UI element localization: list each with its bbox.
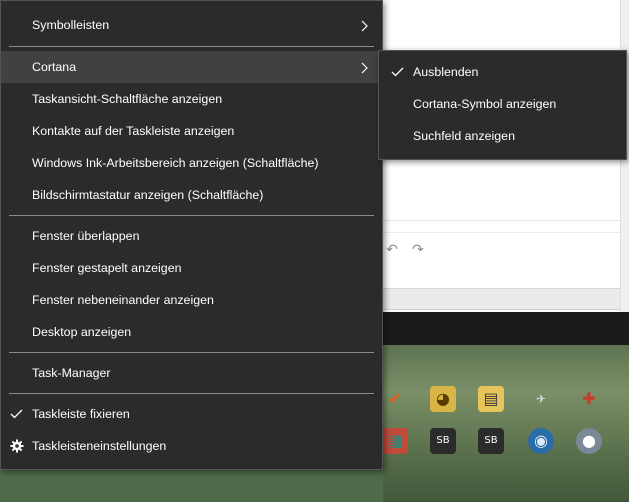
redo-icon[interactable]: ↷ — [409, 240, 427, 258]
taskbar-context-menu: Symbolleisten Cortana Taskansicht-Schalt… — [0, 0, 383, 470]
background-divider — [383, 220, 629, 221]
menu-item-label: Fenster gestapelt anzeigen — [32, 261, 182, 275]
menu-item-label: Symbolleisten — [32, 18, 110, 32]
submenu-item-cortana-symbol[interactable]: Cortana-Symbol anzeigen — [379, 88, 626, 120]
menu-item-taskleiste-fixieren[interactable]: Taskleiste fixieren — [1, 398, 382, 430]
menu-item-symbolleisten[interactable]: Symbolleisten — [1, 9, 382, 41]
menu-item-task-manager[interactable]: Task-Manager — [1, 357, 382, 389]
menu-separator — [9, 215, 374, 216]
cortana-submenu: Ausblenden Cortana-Symbol anzeigen Suchf… — [378, 50, 627, 160]
bird-app-icon[interactable]: ◕ — [430, 386, 456, 412]
menu-item-taskansicht[interactable]: Taskansicht-Schaltfläche anzeigen — [1, 83, 382, 115]
background-dark-band — [383, 312, 629, 345]
menu-item-label: Taskleiste fixieren — [32, 407, 130, 421]
menu-item-label: Taskansicht-Schaltfläche anzeigen — [32, 92, 223, 106]
submenu-item-label: Ausblenden — [413, 65, 479, 79]
orb-app-icon[interactable]: ● — [576, 428, 602, 454]
menu-item-desktop-anzeigen[interactable]: Desktop anzeigen — [1, 316, 382, 348]
menu-item-cortana[interactable]: Cortana — [1, 51, 382, 83]
menu-item-label: Fenster überlappen — [32, 229, 140, 243]
menu-item-label: Fenster nebeneinander anzeigen — [32, 293, 214, 307]
speaker-sb-icon[interactable]: SB — [478, 428, 504, 454]
gear-icon — [10, 430, 24, 462]
submenu-item-ausblenden[interactable]: Ausblenden — [379, 56, 626, 88]
speaker-sb-icon[interactable]: SB — [430, 428, 456, 454]
menu-item-label: Cortana — [32, 60, 77, 74]
menu-item-windows-ink[interactable]: Windows Ink-Arbeitsbereich anzeigen (Sch… — [1, 147, 382, 179]
folder-app-icon[interactable]: ▤ — [478, 386, 504, 412]
submenu-item-suchfeld[interactable]: Suchfeld anzeigen — [379, 120, 626, 152]
submenu-item-label: Cortana-Symbol anzeigen — [413, 97, 557, 111]
disc-app-icon[interactable]: ◉ — [528, 428, 554, 454]
menu-item-label: Kontakte auf der Taskleiste anzeigen — [32, 124, 235, 138]
menu-item-label: Windows Ink-Arbeitsbereich anzeigen (Sch… — [32, 156, 319, 170]
menu-item-fenster-nebeneinander[interactable]: Fenster nebeneinander anzeigen — [1, 284, 382, 316]
checkmark-app-icon[interactable]: ✔ — [382, 386, 408, 412]
menu-separator — [9, 352, 374, 353]
browser-app-icon[interactable]: ✚ — [576, 386, 602, 412]
game-app-icon[interactable]: ▦ — [382, 428, 408, 454]
menu-item-label: Desktop anzeigen — [32, 325, 132, 339]
menu-item-label: Task-Manager — [32, 366, 111, 380]
chevron-right-icon — [361, 51, 371, 83]
undo-icon[interactable]: ↶ — [383, 240, 401, 258]
desktop-area — [383, 345, 629, 502]
menu-item-label: Bildschirmtastatur anzeigen (Schaltfläch… — [32, 188, 264, 202]
background-status-strip — [383, 288, 629, 310]
menu-item-fenster-ueberlappen[interactable]: Fenster überlappen — [1, 220, 382, 252]
submenu-item-label: Suchfeld anzeigen — [413, 129, 515, 143]
menu-item-fenster-gestapelt[interactable]: Fenster gestapelt anzeigen — [1, 252, 382, 284]
menu-separator — [9, 393, 374, 394]
menu-item-taskleisteneinstellungen[interactable]: Taskleisteneinstellungen — [1, 430, 382, 462]
check-icon — [10, 398, 24, 430]
menu-item-label: Taskleisteneinstellungen — [32, 439, 167, 453]
menu-item-kontakte[interactable]: Kontakte auf der Taskleiste anzeigen — [1, 115, 382, 147]
unknown-app-icon[interactable]: ✈ — [528, 386, 554, 412]
menu-item-bildschirmtastatur[interactable]: Bildschirmtastatur anzeigen (Schaltfläch… — [1, 179, 382, 211]
chevron-right-icon — [361, 9, 371, 41]
check-icon — [391, 56, 405, 88]
menu-separator — [9, 46, 374, 47]
